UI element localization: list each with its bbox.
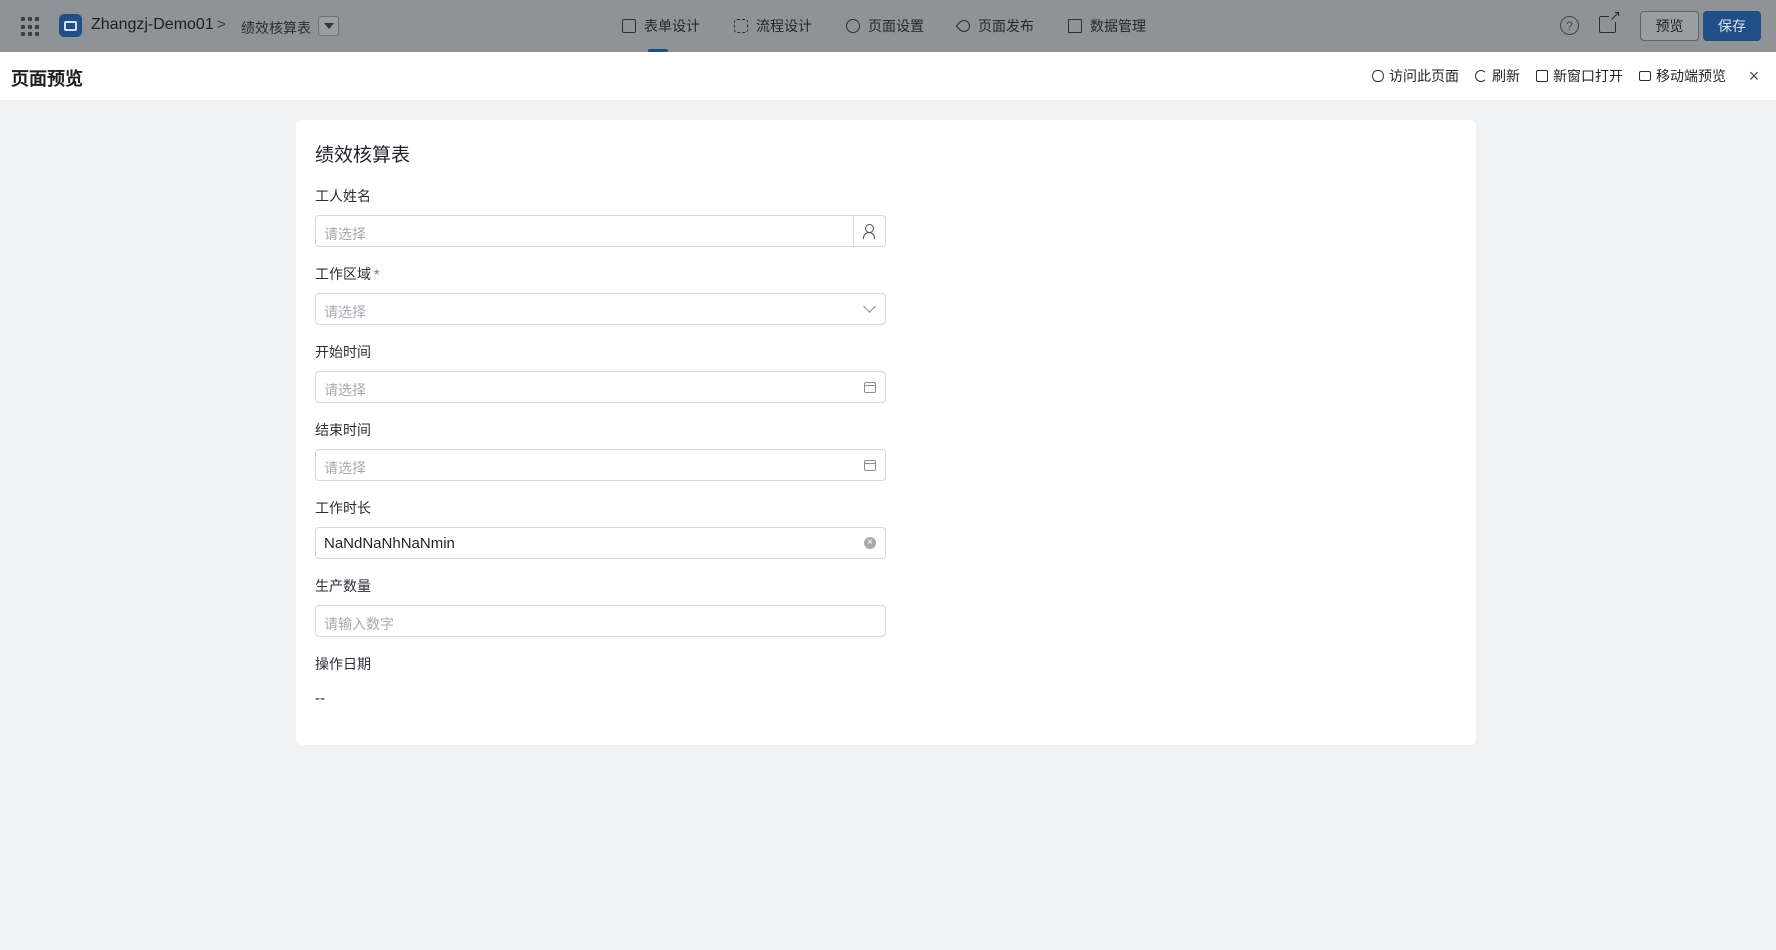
preview-panel-header: 页面预览 访问此页面 刷新 新窗口打开 移动端预览 × [0, 52, 1776, 100]
gear-icon [846, 19, 860, 33]
app-name[interactable]: Zhangzj-Demo01 [91, 16, 214, 34]
form-title: 绩效核算表 [315, 145, 411, 166]
save-button[interactable]: 保存 [1703, 11, 1761, 41]
field-placeholder: 请选择 [324, 382, 366, 398]
close-icon[interactable]: × [1746, 67, 1762, 85]
external-link-icon[interactable] [1599, 8, 1622, 33]
tab-label: 页面设置 [868, 18, 924, 34]
work-area-label: 工作区域 * [315, 264, 379, 284]
mobile-icon [1639, 71, 1651, 81]
calendar-icon [864, 460, 876, 471]
table-icon [1068, 19, 1082, 33]
form-dropdown-button[interactable] [318, 16, 339, 36]
tab-label: 数据管理 [1090, 18, 1146, 34]
start-time-label: 开始时间 [315, 344, 371, 360]
action-label: 访问此页面 [1389, 68, 1459, 84]
nav-tabs: 表单设计 流程设计 页面设置 页面发布 数据管理 [620, 0, 1178, 52]
app-grid-icon[interactable] [21, 17, 41, 37]
help-icon[interactable]: ? [1560, 16, 1579, 35]
production-quantity-label: 生产数量 [315, 578, 371, 594]
open-new-window-button[interactable]: 新窗口打开 [1536, 66, 1623, 86]
form-card: 绩效核算表 工人姓名 请选择 工作区域 * 请选择 开始时间 请选择 结束时间 请… [296, 120, 1476, 745]
required-mark: * [374, 266, 380, 282]
chevron-down-icon [863, 300, 876, 313]
document-icon [622, 19, 636, 33]
tab-label: 页面发布 [978, 18, 1034, 34]
operation-date-label: 操作日期 [315, 656, 371, 672]
send-icon [955, 17, 973, 35]
field-placeholder: 请选择 [324, 304, 366, 320]
add-user-icon [863, 224, 876, 239]
production-quantity-input[interactable]: 请输入数字 [315, 605, 886, 637]
breadcrumb-separator: > [217, 16, 226, 33]
tab-form-design[interactable]: 表单设计 [620, 0, 702, 52]
action-label: 移动端预览 [1656, 68, 1726, 84]
field-placeholder: 请选择 [324, 460, 366, 476]
worker-name-field[interactable]: 请选择 [315, 215, 886, 247]
refresh-button[interactable]: 刷新 [1475, 66, 1520, 86]
refresh-icon [1475, 70, 1487, 82]
top-bar: Zhangzj-Demo01 > 绩效核算表 表单设计 流程设计 页面设置 页面… [0, 0, 1776, 52]
eye-icon [1372, 70, 1384, 82]
panel-title: 页面预览 [11, 69, 83, 89]
form-name[interactable]: 绩效核算表 [241, 18, 311, 38]
calendar-icon [864, 382, 876, 393]
tab-data-management[interactable]: 数据管理 [1066, 0, 1148, 52]
tab-page-publish[interactable]: 页面发布 [955, 0, 1036, 52]
user-select-button[interactable] [853, 216, 885, 246]
visit-page-button[interactable]: 访问此页面 [1372, 66, 1459, 86]
clear-icon[interactable]: × [864, 537, 876, 549]
flow-icon [734, 19, 748, 33]
tab-label: 表单设计 [644, 18, 700, 34]
field-placeholder: 请输入数字 [324, 616, 394, 632]
worker-name-label: 工人姓名 [315, 188, 371, 204]
operation-date-value: -- [315, 690, 325, 707]
end-time-picker[interactable]: 请选择 [315, 449, 886, 481]
preview-button[interactable]: 预览 [1640, 11, 1699, 41]
tab-label: 流程设计 [756, 18, 812, 34]
tab-flow-design[interactable]: 流程设计 [732, 0, 814, 52]
start-time-picker[interactable]: 请选择 [315, 371, 886, 403]
tab-page-settings[interactable]: 页面设置 [844, 0, 926, 52]
work-duration-label: 工作时长 [315, 500, 371, 516]
app-logo-icon [59, 14, 82, 37]
label-text: 工作区域 [315, 266, 371, 282]
action-label: 刷新 [1492, 68, 1520, 84]
action-label: 新窗口打开 [1553, 68, 1623, 84]
work-duration-field[interactable]: NaNdNaNhNaNmin × [315, 527, 886, 559]
work-area-select[interactable]: 请选择 [315, 293, 886, 325]
end-time-label: 结束时间 [315, 422, 371, 438]
field-placeholder: 请选择 [324, 226, 366, 242]
preview-actions: 访问此页面 刷新 新窗口打开 移动端预览 [1356, 52, 1726, 100]
field-value: NaNdNaNhNaNmin [324, 535, 455, 552]
new-window-icon [1536, 70, 1548, 82]
mobile-preview-button[interactable]: 移动端预览 [1639, 66, 1726, 86]
